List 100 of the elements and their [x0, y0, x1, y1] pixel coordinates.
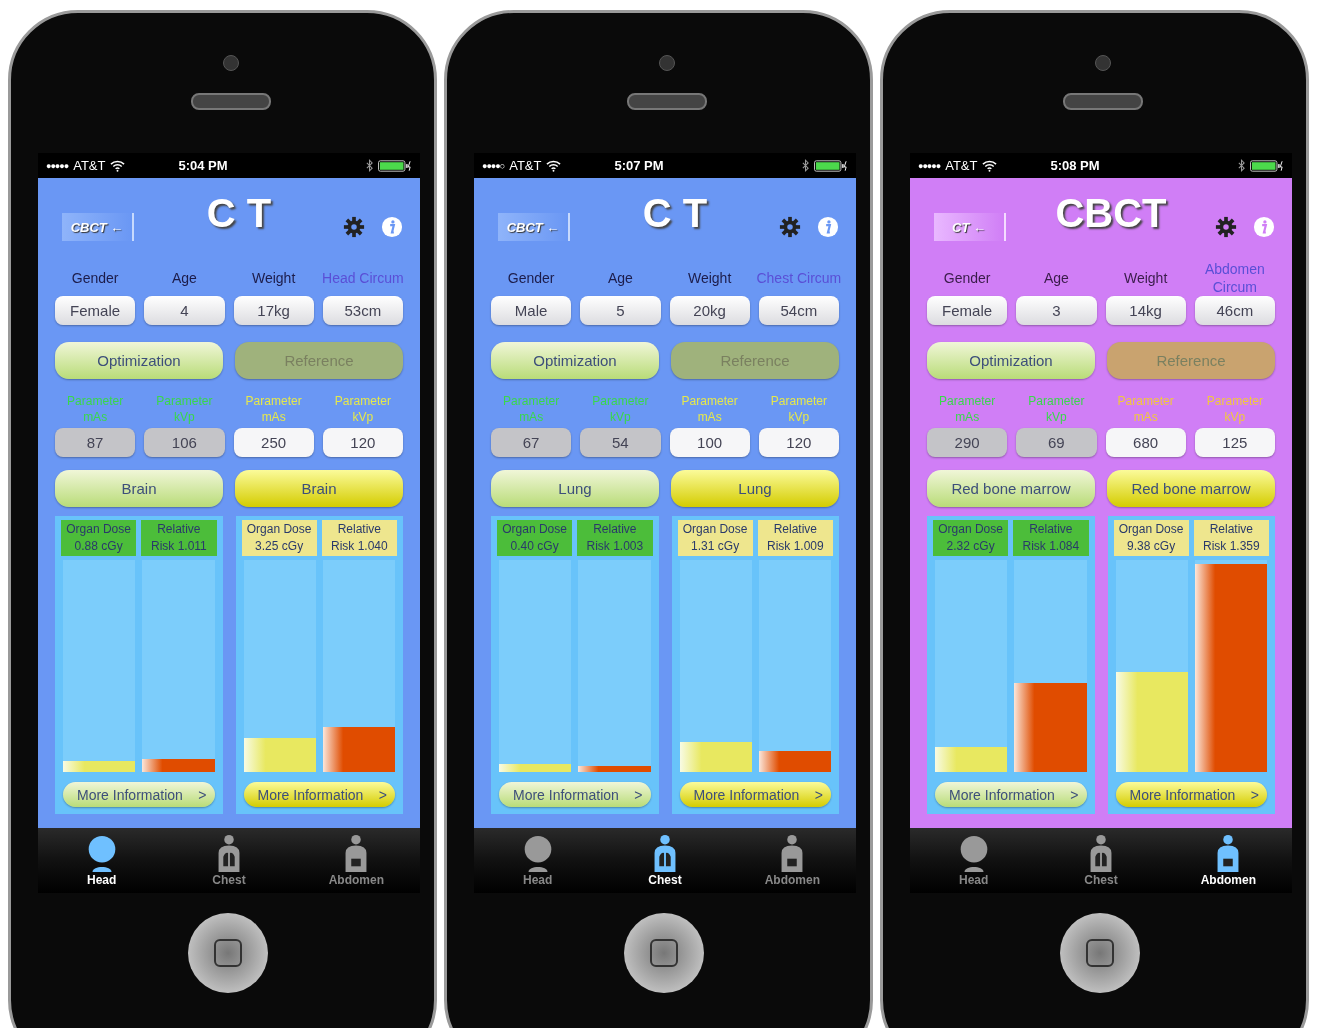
status-time: 5:04 PM — [178, 158, 229, 173]
speaker-icon — [191, 93, 271, 110]
relative-risk-label: Relative Risk 1.003 — [577, 520, 653, 556]
settings-icon[interactable] — [1215, 216, 1237, 238]
app-title: C T — [641, 190, 709, 236]
field-label: Age — [1042, 269, 1070, 287]
parameter-value-button[interactable]: 67 — [491, 428, 572, 457]
organ-button[interactable]: Brain — [55, 470, 223, 507]
parameter-label: Parameter mAs — [502, 393, 561, 425]
field-label: Weight — [1122, 269, 1169, 287]
more-information-button[interactable]: More Information > — [935, 782, 1087, 807]
carrier-name: AT&T — [945, 158, 978, 173]
app-title: CBCT — [1054, 190, 1168, 236]
parameter-value-button[interactable]: 680 — [1105, 428, 1186, 457]
field-value-button[interactable]: 46cm — [1194, 296, 1275, 325]
field-label: Weight — [686, 269, 733, 287]
parameter-label: Parameter kVp — [1205, 393, 1264, 425]
status-time: 5:07 PM — [614, 158, 665, 173]
wifi-icon — [982, 159, 998, 172]
parameter-value-button[interactable]: 125 — [1194, 428, 1275, 457]
parameter-label: Parameter kVp — [155, 393, 214, 425]
field-value-button[interactable]: 4 — [144, 296, 225, 325]
tab[interactable]: Chest — [1037, 828, 1165, 893]
field-value-button[interactable]: 54cm — [758, 296, 839, 325]
more-information-button[interactable]: More Information > — [499, 782, 651, 807]
parameter-value-button[interactable]: 87 — [55, 428, 136, 457]
info-icon[interactable] — [381, 216, 403, 238]
parameter-value-button[interactable]: 250 — [233, 428, 314, 457]
field-value-button[interactable]: 5 — [580, 296, 661, 325]
bluetooth-icon — [802, 159, 809, 172]
field-value-button[interactable]: 17kg — [233, 296, 314, 325]
organ-button[interactable]: Red bone marrow — [1107, 470, 1275, 507]
tab[interactable]: Head — [910, 828, 1038, 893]
settings-icon[interactable] — [343, 216, 365, 238]
speaker-icon — [627, 93, 707, 110]
tab[interactable]: Abdomen — [728, 828, 856, 893]
parameter-label: Parameter mAs — [244, 393, 303, 425]
parameter-value-button[interactable]: 290 — [927, 428, 1008, 457]
parameter-value-button[interactable]: 106 — [144, 428, 225, 457]
app-title: C T — [205, 190, 273, 236]
field-value-button[interactable]: 3 — [1016, 296, 1097, 325]
info-icon[interactable] — [817, 216, 839, 238]
wifi-icon — [110, 159, 126, 172]
organ-button[interactable]: Red bone marrow — [927, 470, 1095, 507]
organ-button[interactable]: Brain — [235, 470, 403, 507]
parameter-value-button[interactable]: 100 — [669, 428, 750, 457]
camera-icon — [223, 55, 239, 71]
more-information-button[interactable]: More Information > — [1115, 782, 1267, 807]
more-information-button[interactable]: More Information > — [243, 782, 395, 807]
field-label: Gender — [506, 269, 556, 287]
status-time: 5:08 PM — [1050, 158, 1101, 173]
field-label: Age — [170, 269, 198, 287]
bluetooth-icon — [1238, 159, 1245, 172]
more-information-button[interactable]: More Information > — [679, 782, 831, 807]
relative-risk-label: Relative Risk 1.359 — [1193, 520, 1269, 556]
parameter-value-button[interactable]: 69 — [1016, 428, 1097, 457]
parameter-value-button[interactable]: 120 — [322, 428, 403, 457]
organ-dose-label: Organ Dose 3.25 cGy — [241, 520, 317, 556]
field-value-button[interactable]: Female — [927, 296, 1008, 325]
field-label: Head Circum — [321, 269, 405, 287]
field-value-button[interactable]: Male — [491, 296, 572, 325]
carrier-name: AT&T — [73, 158, 106, 173]
signal-strength: ●●●●● — [918, 160, 941, 171]
speaker-icon — [1063, 93, 1143, 110]
more-information-button[interactable]: More Information > — [63, 782, 215, 807]
mode-button[interactable]: Optimization — [491, 342, 659, 379]
relative-risk-label: Relative Risk 1.009 — [757, 520, 833, 556]
organ-dose-label: Organ Dose 0.88 cGy — [61, 520, 137, 556]
parameter-label: Parameter mAs — [66, 393, 125, 425]
wifi-icon — [546, 159, 562, 172]
tab[interactable]: Head — [474, 828, 602, 893]
field-value-button[interactable]: Female — [55, 296, 136, 325]
signal-strength: ●●●●○ — [482, 160, 505, 171]
relative-risk-label: Relative Risk 1.084 — [1013, 520, 1089, 556]
organ-dose-label: Organ Dose 0.40 cGy — [497, 520, 573, 556]
tab[interactable]: Chest — [165, 828, 293, 893]
parameter-value-button[interactable]: 120 — [758, 428, 839, 457]
organ-button[interactable]: Lung — [491, 470, 659, 507]
parameter-label: Parameter kVp — [769, 393, 828, 425]
field-label: Weight — [250, 269, 297, 287]
field-value-button[interactable]: 53cm — [322, 296, 403, 325]
settings-icon[interactable] — [779, 216, 801, 238]
parameter-label: Parameter kVp — [1027, 393, 1086, 425]
organ-button[interactable]: Lung — [671, 470, 839, 507]
organ-dose-label: Organ Dose 9.38 cGy — [1113, 520, 1189, 556]
mode-button[interactable]: Optimization — [55, 342, 223, 379]
field-value-button[interactable]: 14kg — [1105, 296, 1186, 325]
tab[interactable]: Abdomen — [292, 828, 420, 893]
parameter-label: Parameter mAs — [680, 393, 739, 425]
tab[interactable]: Head — [38, 828, 166, 893]
parameter-value-button[interactable]: 54 — [580, 428, 661, 457]
info-icon[interactable] — [1253, 216, 1275, 238]
tab[interactable]: Abdomen — [1164, 828, 1292, 893]
field-value-button[interactable]: 20kg — [669, 296, 750, 325]
bluetooth-icon — [366, 159, 373, 172]
relative-risk-label: Relative Risk 1.040 — [321, 520, 397, 556]
parameter-label: Parameter mAs — [1116, 393, 1175, 425]
tab[interactable]: Chest — [601, 828, 729, 893]
mode-button[interactable]: Optimization — [927, 342, 1095, 379]
field-label: Abdomen Circum — [1203, 260, 1266, 296]
